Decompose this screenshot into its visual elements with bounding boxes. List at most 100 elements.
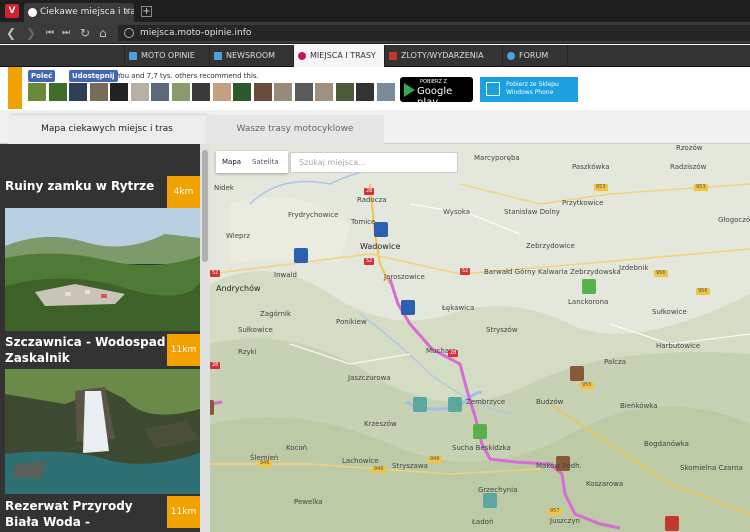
map-canvas[interactable]: Mapa Satelita Szukaj miejsca... Marcypor… <box>210 144 750 532</box>
map-terrain <box>210 144 750 532</box>
friend-avatar[interactable] <box>233 83 251 101</box>
friend-avatar[interactable] <box>171 83 190 101</box>
castle-marker-icon[interactable] <box>413 397 427 412</box>
friend-avatar[interactable] <box>356 83 374 101</box>
place-label: Rzyki <box>238 348 257 356</box>
nav-moto-opinie[interactable]: MOTO OPINIE <box>124 45 209 67</box>
place-label: Wieprz <box>226 232 251 240</box>
place-photo-rytro[interactable] <box>5 208 200 331</box>
road-shield: 955 <box>580 382 594 389</box>
calendar-icon <box>389 52 397 60</box>
gplay-big: Google play <box>417 86 453 108</box>
friend-avatar[interactable] <box>192 83 210 101</box>
tab-map-places[interactable]: Mapa ciekawych miejsc i tras <box>8 115 206 144</box>
place-label: Palcza <box>604 358 626 366</box>
road-shield: 28 <box>364 188 375 195</box>
nav-miejsca-i-trasy[interactable]: MIEJSCA I TRASY <box>293 45 384 67</box>
social-strip: Poleć Udostępnij You and 7,7 tys. others… <box>8 67 750 109</box>
castle-marker-icon[interactable] <box>483 493 497 508</box>
wind-marker-icon[interactable] <box>374 222 388 237</box>
road-shield: 953 <box>594 184 608 191</box>
list-item[interactable]: Szczawnica - Wodospad Zaskalnik 11km <box>5 332 200 368</box>
place-label: Tomice <box>351 218 376 226</box>
back-icon[interactable]: ❮ <box>6 25 16 41</box>
place-label: Zagórnik <box>260 310 292 318</box>
place-label: Harbutowice <box>656 342 701 350</box>
browser-tab[interactable]: Ciekawe miejsca i trasy mo ✕ <box>24 3 134 22</box>
place-photo-waterfall[interactable] <box>5 369 200 494</box>
recommend-text: You and 7,7 tys. others recommend this. <box>117 72 259 80</box>
scroll-thumb[interactable] <box>202 150 208 262</box>
wind-marker-icon[interactable] <box>401 300 415 315</box>
castle-marker-icon[interactable] <box>448 397 462 412</box>
reload-icon[interactable]: ↻ <box>80 25 90 41</box>
nav-zloty-wydarzenia[interactable]: ZLOTY/WYDARZENIA <box>384 45 502 67</box>
place-label: Paszkówka <box>572 163 610 171</box>
friend-avatar[interactable] <box>376 83 395 101</box>
friend-avatar[interactable] <box>274 83 292 101</box>
event-marker-icon[interactable] <box>665 516 679 531</box>
nav-label: MIEJSCA I TRASY <box>310 51 376 60</box>
wind-marker-icon[interactable] <box>294 248 308 263</box>
fb-like-button[interactable]: Poleć <box>28 70 56 82</box>
place-label: Budzów <box>536 398 564 406</box>
nav-label: NEWSROOM <box>226 51 276 60</box>
nav-forum[interactable]: FORUM <box>502 45 568 67</box>
place-label: Jaroszowice <box>384 273 425 281</box>
list-item[interactable]: Rezerwat Przyrody Biała Woda - 11km <box>5 496 200 532</box>
home-icon[interactable]: ⌂ <box>99 25 107 41</box>
windows-phone-badge[interactable]: Pobierz ze Sklepu Windows Phone <box>480 77 578 102</box>
place-label: Stryszów <box>486 326 518 334</box>
friend-avatar[interactable] <box>89 83 108 101</box>
friend-avatar[interactable] <box>294 83 313 101</box>
rewind-icon[interactable]: ⏮ <box>46 25 54 41</box>
friend-avatar[interactable] <box>151 83 169 101</box>
friend-avatar[interactable] <box>130 83 149 101</box>
map-type-satellite-button[interactable]: Satelita <box>252 151 279 173</box>
friend-avatar[interactable] <box>335 83 354 101</box>
place-label: Izdebnik <box>619 264 649 272</box>
place-title-2: Zaskalnik <box>5 351 70 365</box>
place-label: Lanckorona <box>568 298 609 306</box>
place-label: Grzechynia <box>478 486 518 494</box>
fast-forward-icon[interactable]: ⏭ <box>62 25 70 41</box>
place-label: Przytkowice <box>562 199 604 207</box>
forward-icon[interactable]: ❯ <box>26 25 36 41</box>
friend-avatar[interactable] <box>110 83 128 101</box>
list-item[interactable]: Ruiny zamku w Rytrze 4km <box>5 176 200 212</box>
fb-share-button[interactable]: Udostępnij <box>69 70 118 82</box>
friend-avatar[interactable] <box>315 83 333 101</box>
list-scrollbar[interactable] <box>200 144 210 532</box>
tab-close-icon[interactable]: ✕ <box>123 3 131 22</box>
friend-avatar[interactable] <box>28 83 46 101</box>
road-shield: 52 <box>364 258 375 265</box>
place-label: Ponikiew <box>336 318 367 326</box>
star-icon <box>129 52 137 60</box>
friend-avatar[interactable] <box>253 83 272 101</box>
castle-marker-icon[interactable] <box>473 424 487 439</box>
friend-avatar[interactable] <box>69 83 87 101</box>
place-label: Łękawica <box>442 304 475 312</box>
map-type-map-button[interactable]: Mapa <box>222 151 241 173</box>
google-play-badge[interactable]: POBIERZ Z Google play <box>400 77 473 108</box>
history-marker-icon[interactable] <box>570 366 584 381</box>
map-search-input[interactable]: Szukaj miejsca... <box>290 152 458 173</box>
place-label: Zembrzyce <box>466 398 506 406</box>
place-label: Maków Podh. <box>536 462 582 470</box>
tab-user-routes[interactable]: Wasze trasy motocyklowe <box>206 115 384 144</box>
vivaldi-menu-icon[interactable]: V <box>5 4 19 18</box>
history-marker-icon[interactable] <box>210 400 214 415</box>
place-label: Radocza <box>357 196 387 204</box>
road-shield: 946 <box>428 456 442 463</box>
friend-avatar[interactable] <box>212 83 231 101</box>
castle-marker-icon[interactable] <box>582 279 596 294</box>
friend-avatar[interactable] <box>48 83 67 101</box>
place-title: Ruiny zamku w Rytrze <box>5 179 155 193</box>
browser-tab-strip: V Ciekawe miejsca i trasy mo ✕ + <box>0 0 750 22</box>
new-tab-icon[interactable]: + <box>141 6 152 17</box>
nav-newsroom[interactable]: NEWSROOM <box>209 45 293 67</box>
distance-badge: 11km <box>167 334 200 366</box>
place-label: Głogoczów <box>718 216 750 224</box>
address-bar[interactable]: miejsca.moto-opinie.info <box>118 25 750 41</box>
place-label: Koszarowa <box>586 480 624 488</box>
